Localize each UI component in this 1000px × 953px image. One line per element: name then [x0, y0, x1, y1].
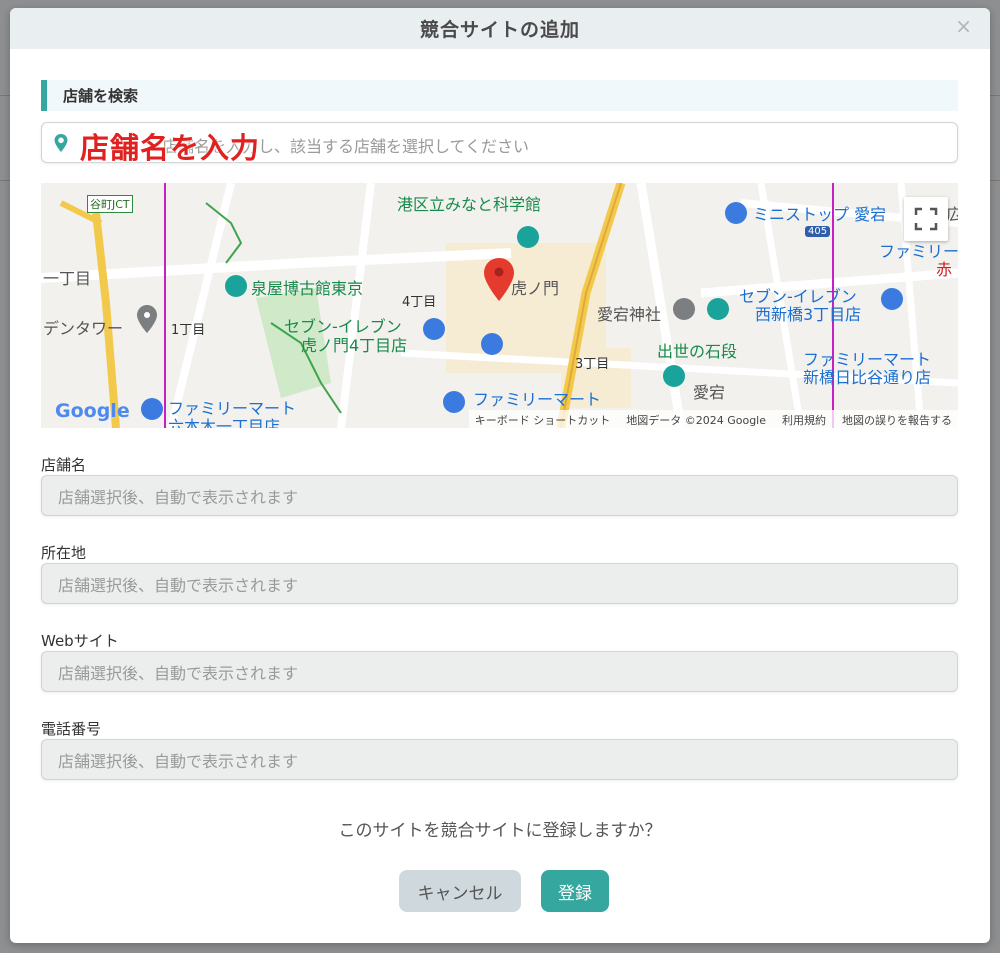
map-attribution-bar: キーボード ショートカット 地図データ ©2024 Google 利用規約 地図… — [468, 410, 958, 428]
map-label: 六本木一丁目店 — [168, 417, 281, 428]
store-name-field[interactable]: 店舗選択後、自動で表示されます — [41, 475, 958, 516]
search-section-title: 店舗を検索 — [63, 87, 139, 105]
convenience-store-poi-icon[interactable] — [141, 398, 163, 420]
google-logo: Google — [55, 400, 130, 422]
address-label: 所在地 — [41, 544, 87, 562]
map-label: 谷町JCT — [87, 195, 133, 213]
address-placeholder: 店舗選択後、自動で表示されます — [58, 575, 299, 595]
map-label: 泉屋博古館東京 — [251, 279, 364, 298]
map-label: 西新橋3丁目店 — [755, 305, 862, 324]
close-icon[interactable]: × — [955, 14, 972, 38]
cancel-button[interactable]: キャンセル — [399, 870, 521, 912]
fullscreen-button[interactable] — [904, 197, 948, 241]
store-name-label: 店舗名 — [41, 456, 87, 474]
museum-poi-icon[interactable] — [225, 275, 247, 297]
convenience-store-poi-icon[interactable] — [481, 333, 503, 355]
add-competitor-modal: 競合サイトの追加 × 店舗を検索 店舗名を入力し、該当する店舗を選択してください… — [10, 8, 990, 943]
map-label: 出世の石段 — [657, 342, 738, 361]
website-label: Webサイト — [41, 632, 119, 650]
route-badge: 405 — [805, 226, 831, 237]
map-label: 愛宕 — [693, 383, 726, 402]
annotation-callout: 店舗名を入力 — [80, 131, 261, 165]
fullscreen-icon — [914, 207, 938, 231]
map-label: 1丁目 — [171, 323, 206, 338]
map-label: ファミリーマート — [473, 390, 602, 409]
convenience-store-poi-icon[interactable] — [881, 288, 903, 310]
convenience-store-poi-icon[interactable] — [443, 391, 465, 413]
map-label: 虎ノ門 — [511, 279, 560, 298]
phone-field[interactable]: 店舗選択後、自動で表示されます — [41, 739, 958, 780]
shrine-poi-icon[interactable] — [673, 298, 695, 320]
map-label: 4丁目 — [402, 295, 437, 310]
store-map[interactable]: 港区立みなと科学館 ミニストップ 愛宕 泉屋博古館東京 セブン-イレブン 虎ノ門… — [41, 183, 958, 428]
modal-title: 競合サイトの追加 — [419, 19, 580, 41]
museum-poi-icon[interactable] — [663, 365, 685, 387]
map-label: 赤 — [936, 260, 953, 279]
report-error-link[interactable]: 地図の誤りを報告する — [842, 412, 952, 427]
website-field[interactable]: 店舗選択後、自動で表示されます — [41, 651, 958, 692]
park-poi-icon[interactable] — [707, 298, 729, 320]
map-data-credit: 地図データ ©2024 Google — [626, 414, 766, 427]
keyboard-shortcuts-link[interactable]: キーボード ショートカット — [475, 412, 611, 427]
store-name-placeholder: 店舗選択後、自動で表示されます — [58, 487, 299, 507]
museum-poi-icon[interactable] — [517, 226, 539, 248]
map-label: デンタワー — [43, 319, 124, 338]
map-label: 愛宕神社 — [597, 305, 662, 324]
website-placeholder: 店舗選択後、自動で表示されます — [58, 663, 299, 683]
convenience-store-poi-icon[interactable] — [423, 318, 445, 340]
map-pin-icon — [54, 134, 68, 152]
map-label: 3丁目 — [575, 357, 610, 372]
map-label: 新橋日比谷通り店 — [803, 368, 932, 387]
map-label: ミニストップ 愛宕 — [753, 205, 887, 224]
phone-label: 電話番号 — [41, 720, 102, 738]
terms-link[interactable]: 利用規約 — [782, 412, 826, 427]
map-label: 港区立みなと科学館 — [397, 195, 542, 214]
confirm-message: このサイトを競合サイトに登録しますか？ — [338, 821, 662, 841]
map-label: 一丁目 — [43, 269, 92, 288]
phone-placeholder: 店舗選択後、自動で表示されます — [58, 751, 299, 771]
address-field[interactable]: 店舗選択後、自動で表示されます — [41, 563, 958, 604]
convenience-store-poi-icon[interactable] — [725, 202, 747, 224]
map-label: 虎ノ門4丁目店 — [301, 336, 408, 355]
search-section-heading: 店舗を検索 — [41, 80, 958, 111]
register-button[interactable]: 登録 — [541, 870, 609, 912]
modal-header: 競合サイトの追加 × — [10, 8, 990, 49]
